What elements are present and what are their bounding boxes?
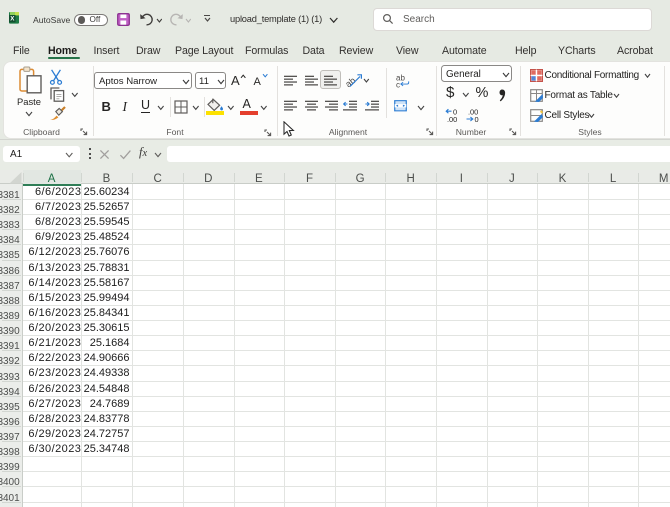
svg-text:.00: .00 <box>447 114 457 122</box>
svg-text:0: 0 <box>475 114 479 122</box>
svg-text:ab: ab <box>345 75 357 89</box>
svg-text:c: c <box>396 80 400 88</box>
